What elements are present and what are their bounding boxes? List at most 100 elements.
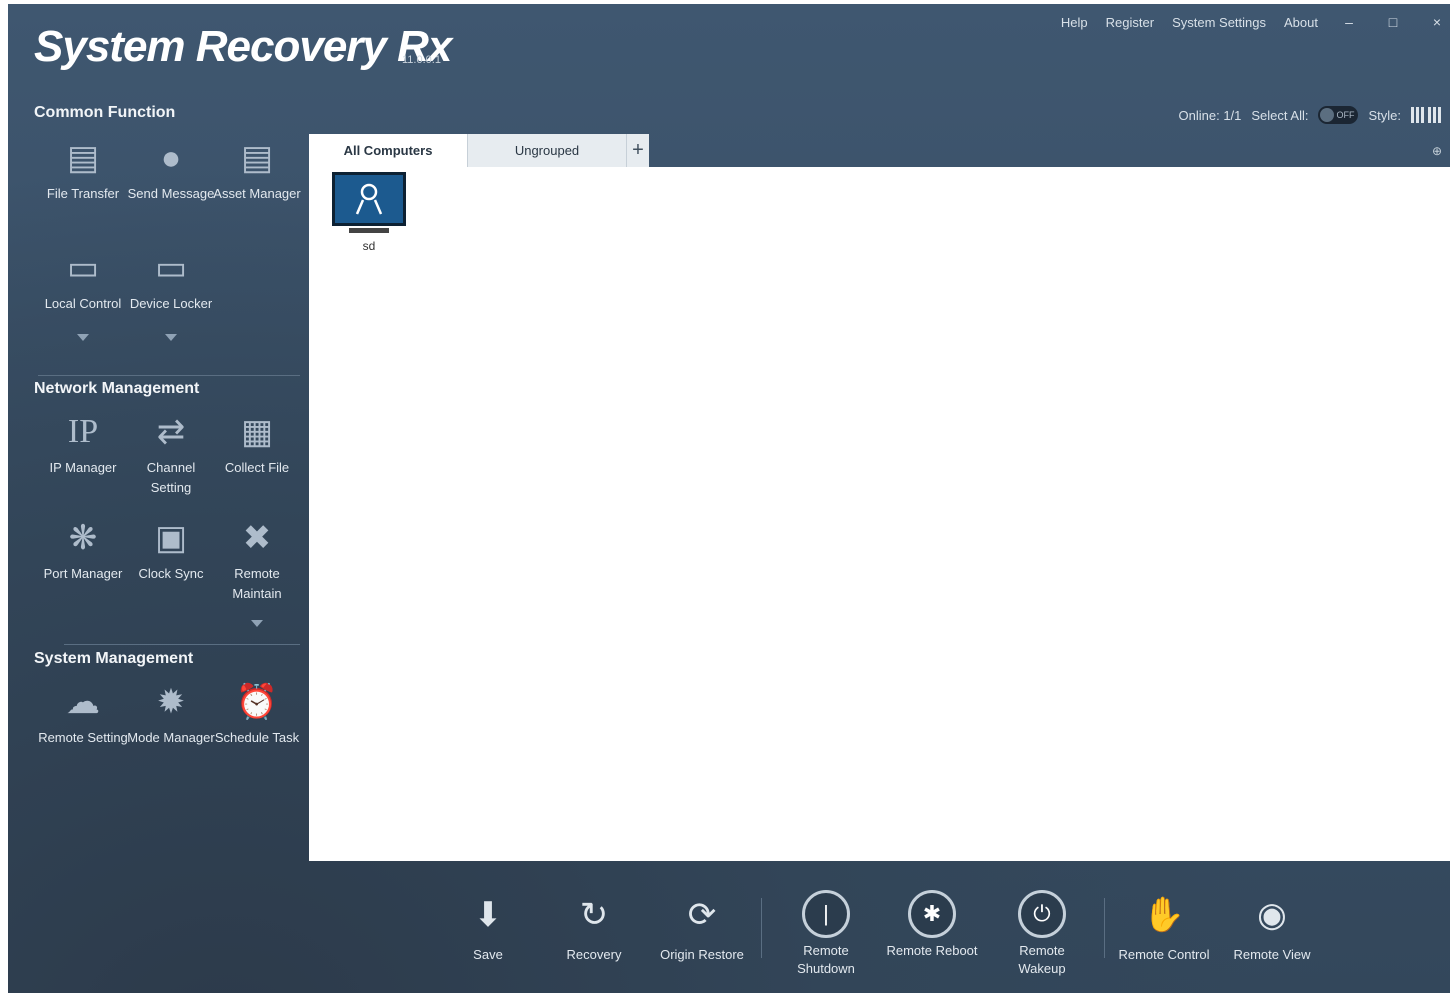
calendar-icon: ▣ [154, 519, 188, 557]
clock-sync-button[interactable]: ▣ Clock Sync [126, 516, 216, 584]
schedule-task-button[interactable]: ⏰ Schedule Task [212, 680, 302, 748]
mode-manager-label: Mode Manager [127, 730, 215, 745]
monitor-lock-icon: ▭ [154, 249, 188, 287]
system-settings-link[interactable]: System Settings [1172, 15, 1266, 30]
ip-icon: IP [67, 413, 99, 450]
collect-file-label: Collect File [224, 460, 290, 475]
computer-monitor-icon [332, 172, 406, 226]
remote-reboot-button[interactable]: ✱ Remote Reboot [884, 890, 980, 960]
expand-arrow-icon[interactable] [251, 620, 263, 627]
recovery-button[interactable]: ↻ Recovery [546, 890, 642, 964]
remote-shutdown-label: Remote Shutdown [797, 943, 855, 976]
list-view-icon[interactable] [1428, 107, 1442, 123]
add-tab-button[interactable]: + [627, 134, 649, 167]
toolbar-separator [1104, 898, 1105, 958]
file-transfer-button[interactable]: ▤ File Transfer [38, 136, 128, 204]
port-manager-button[interactable]: ❋ Port Manager [38, 516, 128, 584]
collect-file-button[interactable]: ▦ Collect File [212, 410, 302, 478]
shutdown-icon: | [802, 890, 850, 938]
files-icon: ▦ [240, 413, 274, 451]
schedule-task-label: Schedule Task [214, 730, 300, 745]
device-locker-button[interactable]: ▭ Device Locker [126, 246, 216, 314]
ip-manager-label: IP Manager [49, 460, 117, 475]
toolbar-separator [761, 898, 762, 958]
cloud-icon: ☁ [66, 683, 100, 721]
send-message-button[interactable]: ● Send Message [126, 136, 216, 204]
hand-icon: ✋ [1142, 896, 1186, 934]
shuffle-icon: ⇄ [156, 413, 186, 451]
computer-name: sd [362, 239, 376, 253]
remote-control-button[interactable]: ✋ Remote Control [1116, 890, 1212, 964]
asset-manager-button[interactable]: ▤ Asset Manager [212, 136, 302, 204]
remote-maintain-label: Remote Maintain [232, 566, 282, 601]
device-locker-label: Device Locker [129, 296, 213, 311]
remote-wakeup-button[interactable]: ⏻ Remote Wakeup [994, 890, 1090, 978]
app-title: System Recovery Rx [34, 22, 452, 71]
save-button[interactable]: ⬇ Save [440, 890, 536, 964]
style-selector[interactable] [1411, 107, 1442, 123]
file-transfer-label: File Transfer [46, 186, 120, 201]
atom-icon: ❋ [68, 519, 98, 557]
channel-setting-label: Channel Setting [146, 460, 196, 495]
remote-shutdown-button[interactable]: | Remote Shutdown [778, 890, 874, 978]
remote-maintain-button[interactable]: ✖ Remote Maintain [212, 516, 302, 604]
user-icon [355, 183, 383, 215]
eye-icon: ◉ [1257, 896, 1287, 934]
local-control-button[interactable]: ▭ Local Control [38, 246, 128, 314]
register-link[interactable]: Register [1106, 15, 1154, 30]
ip-manager-button[interactable]: IP IP Manager [38, 410, 128, 478]
select-all-toggle[interactable]: OFF [1318, 106, 1359, 124]
online-count: Online: 1/1 [1178, 107, 1242, 123]
collapse-icon[interactable]: ⊕ [1432, 144, 1442, 158]
gear-star-icon: ✹ [156, 683, 186, 721]
expand-arrow-icon[interactable] [165, 334, 177, 341]
app-version: 11.0.0.1 [402, 54, 441, 66]
remote-setting-label: Remote Setting [38, 730, 128, 745]
tab-all-computers[interactable]: All Computers [309, 134, 468, 167]
alarm-clock-icon: ⏰ [235, 683, 279, 721]
mode-manager-button[interactable]: ✹ Mode Manager [126, 680, 216, 748]
origin-restore-button[interactable]: ⟳ Origin Restore [654, 890, 750, 964]
minimize-button[interactable]: – [1336, 14, 1362, 30]
clock-sync-label: Clock Sync [138, 566, 204, 581]
reboot-icon: ✱ [908, 890, 956, 938]
view-toolbar: Online: 1/1 Select All: OFF Style: [1179, 106, 1442, 124]
system-management-title: System Management [34, 650, 194, 667]
style-label: Style: [1368, 107, 1401, 123]
remote-setting-button[interactable]: ☁ Remote Setting [38, 680, 128, 748]
power-icon: ⏻ [1018, 890, 1066, 938]
tab-ungrouped[interactable]: Ungrouped [468, 134, 627, 167]
computer-item[interactable]: sd [329, 172, 409, 253]
remote-view-label: Remote View [1233, 947, 1311, 962]
recovery-label: Recovery [566, 947, 622, 962]
close-button[interactable]: × [1424, 14, 1450, 30]
network-management-title: Network Management [34, 380, 200, 397]
remote-view-button[interactable]: ◉ Remote View [1224, 890, 1320, 964]
sidebar-divider [38, 375, 300, 376]
maximize-button[interactable]: □ [1380, 14, 1406, 30]
origin-restore-label: Origin Restore [660, 947, 744, 962]
sidebar-divider [64, 644, 300, 645]
channel-setting-button[interactable]: ⇄ Channel Setting [126, 410, 216, 498]
expand-arrow-icon[interactable] [77, 334, 89, 341]
monitor-icon: ▭ [66, 249, 100, 287]
clipboard-icon: ▤ [240, 139, 274, 177]
send-message-label: Send Message [127, 186, 215, 201]
refresh-icon: ↻ [579, 896, 609, 934]
select-all-label: Select All: [1251, 107, 1309, 123]
computer-list-panel: sd [309, 167, 1450, 861]
monitor-stand [349, 228, 389, 233]
save-label: Save [473, 947, 503, 962]
remote-reboot-label: Remote Reboot [886, 943, 978, 958]
asset-manager-label: Asset Manager [213, 186, 301, 201]
remote-wakeup-label: Remote Wakeup [1018, 943, 1066, 976]
restore-icon: ⟳ [687, 896, 717, 934]
help-link[interactable]: Help [1061, 15, 1088, 30]
bottom-action-bar: ⬇ Save ↻ Recovery ⟳ Origin Restore | Rem… [448, 884, 1348, 993]
about-link[interactable]: About [1284, 15, 1318, 30]
chat-bubble-icon: ● [160, 139, 182, 177]
sidebar: Common Function ▤ File Transfer ● Send M… [8, 100, 308, 840]
local-control-label: Local Control [44, 296, 122, 311]
top-menu: Help Register System Settings About – □ … [1061, 14, 1450, 30]
grid-view-icon[interactable] [1411, 107, 1425, 123]
